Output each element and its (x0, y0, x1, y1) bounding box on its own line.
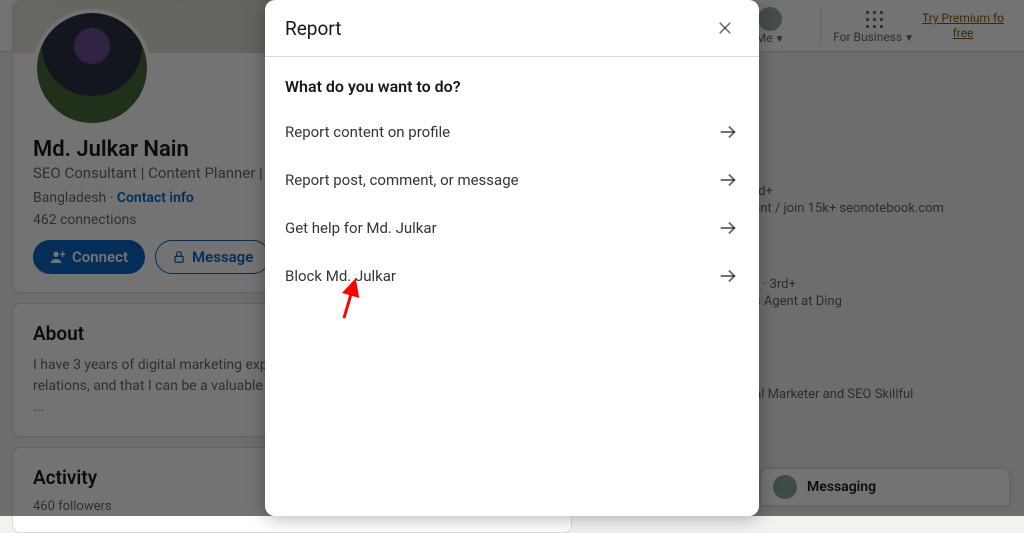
report-modal: Report What do you want to do? Report co… (265, 0, 759, 516)
option-label: Report content on profile (285, 123, 450, 141)
option-label: Report post, comment, or message (285, 171, 519, 189)
arrow-right-icon (717, 169, 739, 191)
option-label: Block Md. Julkar (285, 267, 396, 285)
arrow-right-icon (717, 265, 739, 287)
option-label: Get help for Md. Julkar (285, 219, 437, 237)
arrow-right-icon (717, 217, 739, 239)
close-button[interactable] (711, 14, 739, 42)
report-option[interactable]: Get help for Md. Julkar (285, 204, 739, 252)
modal-header: Report (265, 0, 759, 57)
arrow-right-icon (717, 121, 739, 143)
modal-question: What do you want to do? (285, 77, 739, 96)
report-option[interactable]: Block Md. Julkar (285, 252, 739, 300)
report-option[interactable]: Report post, comment, or message (285, 156, 739, 204)
report-option[interactable]: Report content on profile (285, 108, 739, 156)
modal-body: What do you want to do? Report content o… (265, 57, 759, 320)
modal-title: Report (285, 17, 341, 40)
